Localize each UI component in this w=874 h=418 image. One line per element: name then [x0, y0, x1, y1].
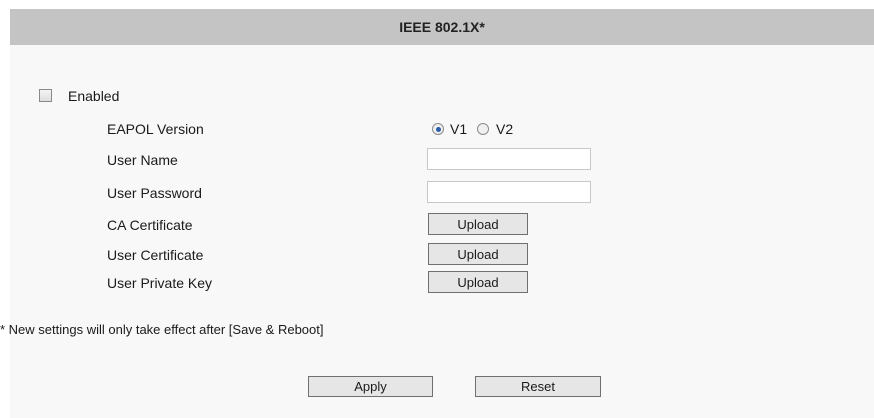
enabled-checkbox[interactable] — [39, 89, 52, 102]
section-title: IEEE 802.1X* — [399, 19, 485, 35]
user-certificate-label: User Certificate — [107, 247, 204, 263]
reset-button[interactable]: Reset — [475, 376, 601, 397]
eapol-v1-radio[interactable] — [432, 123, 444, 135]
apply-button[interactable]: Apply — [308, 376, 433, 397]
user-private-key-upload-button[interactable]: Upload — [428, 271, 528, 293]
user-password-input[interactable] — [427, 181, 591, 203]
eapol-v2-label: V2 — [496, 121, 514, 137]
user-name-label: User Name — [107, 152, 178, 168]
reboot-note: * New settings will only take effect aft… — [0, 322, 324, 337]
user-password-label: User Password — [107, 185, 202, 201]
user-private-key-label: User Private Key — [107, 275, 213, 291]
section-header: IEEE 802.1X* — [10, 9, 874, 45]
eapol-v1-label: V1 — [450, 121, 468, 137]
user-name-input[interactable] — [427, 148, 591, 170]
eapol-v2-radio[interactable] — [477, 123, 489, 135]
eapol-version-label: EAPOL Version — [107, 121, 204, 137]
user-certificate-upload-button[interactable]: Upload — [428, 243, 528, 265]
enabled-label: Enabled — [68, 88, 120, 104]
ca-certificate-label: CA Certificate — [107, 217, 193, 233]
ca-certificate-upload-button[interactable]: Upload — [428, 213, 528, 235]
